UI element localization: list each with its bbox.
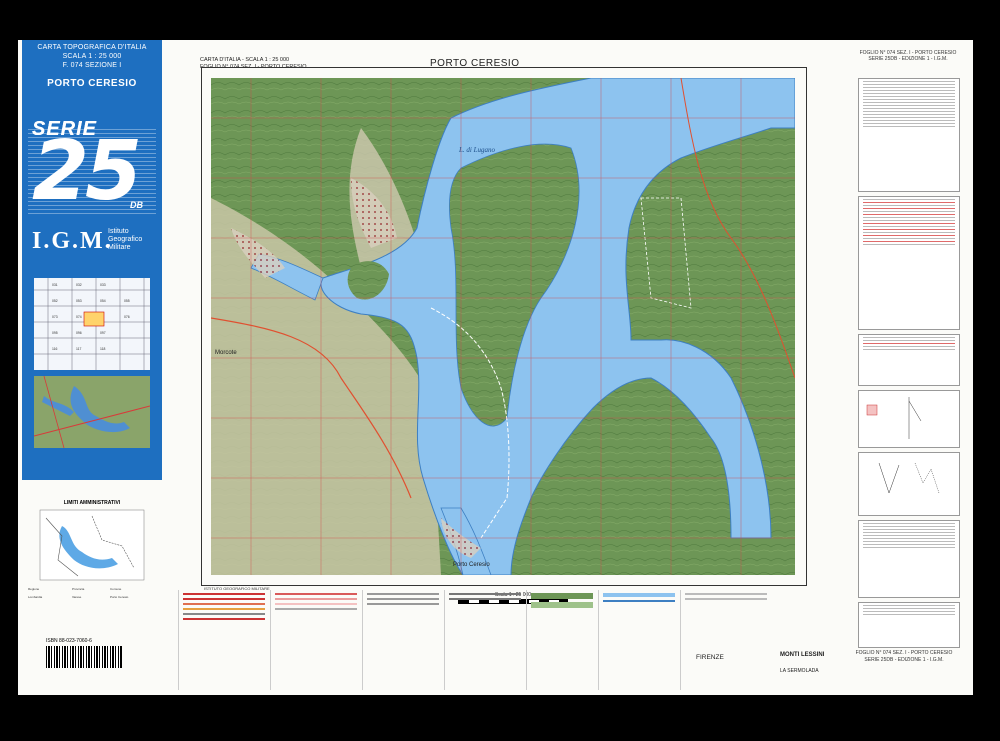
cover-map-thumbnail (34, 376, 150, 448)
igm-name: Istituto Geografico Militare (108, 228, 143, 251)
igm-logo: I.G.M. (32, 228, 113, 254)
svg-text:074: 074 (76, 315, 82, 319)
label-morcote: Morcote (215, 350, 237, 356)
svg-text:Provincia: Provincia (72, 587, 85, 591)
svg-text:054: 054 (100, 299, 106, 303)
coordinates-table (858, 196, 960, 330)
legend-col-4 (444, 590, 525, 690)
svg-text:033: 033 (100, 283, 106, 287)
legend-col-2 (270, 590, 361, 690)
svg-text:Comune: Comune (110, 587, 122, 591)
svg-text:097: 097 (100, 331, 106, 335)
svg-text:053: 053 (76, 299, 82, 303)
datum-firenze: FIRENZE (696, 654, 724, 661)
cover-edition: DB (130, 200, 143, 210)
legend-col-5 (526, 590, 597, 690)
svg-text:Lombardia: Lombardia (28, 595, 43, 599)
label-lake: L. di Lugano (458, 146, 495, 154)
administrative-limits: LIMITI AMMINISTRATIVI Regione Provincia Co… (22, 500, 162, 610)
header-line-1: CARTA D'ITALIA - SCALA 1 : 25 000 (200, 57, 290, 63)
svg-text:031: 031 (52, 283, 58, 287)
right-top-sub: SERIE 25DB - EDIZIONE 1 - I.G.M. (868, 56, 948, 62)
label-sermolada: LA SERMOLADA (780, 668, 819, 674)
svg-text:095: 095 (52, 331, 58, 335)
legend-area (178, 590, 848, 690)
svg-text:Porto Ceresio: Porto Ceresio (110, 595, 129, 599)
map-sheet: CARTA TOPOGRAFICA D'ITALIA SCALA 1 : 25 … (18, 40, 973, 695)
cover-line-3: F. 074 SEZIONE I (62, 62, 122, 69)
svg-text:076: 076 (124, 315, 130, 319)
cover-panel: CARTA TOPOGRAFICA D'ITALIA SCALA 1 : 25 … (22, 40, 162, 480)
legend-col-6 (598, 590, 679, 690)
svg-text:Varese: Varese (72, 595, 82, 599)
bottom-label-1: FOGLIO N° 074 SEZ. I - PORTO CERESIO (855, 650, 953, 656)
svg-text:073: 073 (52, 315, 58, 319)
svg-text:052: 052 (52, 299, 58, 303)
bottom-label-2: SERIE 25DB - EDIZIONE 1 - I.G.M. (864, 656, 944, 663)
cover-sheet-name: PORTO CERESIO (47, 78, 137, 89)
svg-text:Regione: Regione (28, 587, 40, 591)
notes-box (858, 78, 960, 192)
cover-series-number: 25 (32, 124, 142, 219)
bibliography-box (858, 602, 960, 648)
barcode (46, 646, 122, 668)
cover-line-2: SCALA 1 : 25 000 (62, 53, 122, 60)
topographic-map: L. di Lugano Porto Ceresio Morcote (211, 78, 795, 575)
label-monti-lessini: MONTI LESSINI (780, 652, 825, 658)
assembly-grid: 031 032 033 052 053 054 055 073 074 076 095 096 0… (34, 278, 150, 370)
conversion-table (858, 334, 960, 386)
svg-text:032: 032 (76, 283, 82, 287)
label-porto-ceresio: Porto Ceresio (453, 562, 490, 568)
legend-col-1 (178, 590, 269, 690)
svg-text:116: 116 (52, 347, 58, 351)
legend-col-7 (680, 590, 771, 690)
svg-text:055: 055 (124, 299, 130, 303)
legend-col-3 (362, 590, 443, 690)
limits-map: Regione Provincia Comune Lombardia Varese Po… (28, 509, 145, 599)
cover-line-1: CARTA TOPOGRAFICA D'ITALIA (37, 44, 147, 51)
declination-box (858, 390, 960, 448)
right-bottom-label: FOGLIO N° 074 SEZ. I - PORTO CERESIO SER… (854, 650, 954, 663)
svg-text:118: 118 (100, 347, 106, 351)
svg-text:117: 117 (76, 347, 82, 351)
isbn: ISBN 88-023-7060-6 (46, 638, 92, 644)
right-info-column: FOGLIO N° 074 SEZ. I - PORTO CERESIO SER… (858, 50, 960, 648)
symbols-table (858, 520, 960, 598)
svg-text:096: 096 (76, 331, 82, 335)
diagram-box (858, 452, 960, 516)
